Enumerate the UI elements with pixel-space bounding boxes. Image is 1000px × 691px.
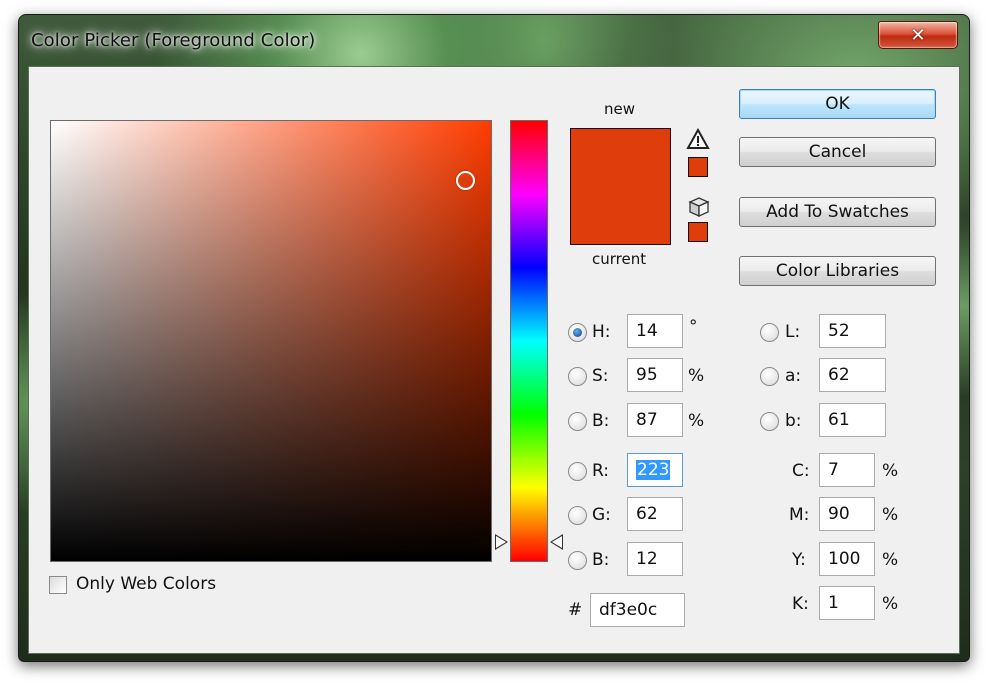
yellow-field[interactable]: 100 bbox=[819, 542, 875, 576]
color-picker-circle-icon[interactable] bbox=[456, 171, 475, 190]
green-field[interactable]: 62 bbox=[627, 497, 683, 531]
color-field[interactable] bbox=[50, 120, 492, 562]
dialog-client-area: Only Web Colors new current OK Cancel Ad… bbox=[28, 66, 960, 654]
red-field-selected-text: 223 bbox=[636, 460, 671, 480]
red-radio[interactable] bbox=[568, 462, 587, 481]
black-unit: % bbox=[882, 594, 899, 614]
hue-field[interactable]: 14 bbox=[627, 314, 683, 348]
saturation-label: S: bbox=[592, 366, 609, 386]
only-web-colors-label: Only Web Colors bbox=[76, 574, 217, 594]
cyan-label: C: bbox=[792, 461, 810, 481]
brightness-label: B: bbox=[592, 411, 610, 431]
color-picker-dialog: Color Picker (Foreground Color) ✕ Only W… bbox=[18, 14, 970, 662]
red-label: R: bbox=[592, 461, 610, 481]
green-radio[interactable] bbox=[568, 506, 587, 525]
magenta-field[interactable]: 90 bbox=[819, 497, 875, 531]
b-channel-radio[interactable] bbox=[760, 412, 779, 431]
blue-label: B: bbox=[592, 550, 610, 570]
blue-field[interactable]: 12 bbox=[627, 542, 683, 576]
saturation-unit: % bbox=[688, 366, 705, 386]
lightness-radio[interactable] bbox=[760, 323, 779, 342]
magenta-unit: % bbox=[882, 505, 899, 525]
black-field[interactable]: 1 bbox=[819, 586, 875, 620]
blue-radio[interactable] bbox=[568, 551, 587, 570]
yellow-unit: % bbox=[882, 550, 899, 570]
red-field[interactable]: 223 bbox=[627, 453, 683, 487]
saturation-field[interactable]: 95 bbox=[627, 358, 683, 392]
window-title: Color Picker (Foreground Color) bbox=[31, 30, 316, 51]
saturation-radio[interactable] bbox=[568, 367, 587, 386]
gamut-warning-swatch[interactable] bbox=[688, 157, 708, 177]
color-preview bbox=[570, 128, 671, 245]
magenta-label: M: bbox=[789, 505, 810, 525]
b-channel-field[interactable]: 61 bbox=[819, 403, 886, 437]
lightness-field[interactable]: 52 bbox=[819, 314, 886, 348]
a-channel-field[interactable]: 62 bbox=[819, 358, 886, 392]
hue-radio[interactable] bbox=[568, 323, 587, 342]
web-safe-swatch[interactable] bbox=[688, 222, 708, 242]
hex-field[interactable]: df3e0c bbox=[590, 593, 685, 627]
cyan-unit: % bbox=[882, 461, 899, 481]
a-channel-radio[interactable] bbox=[760, 367, 779, 386]
close-button[interactable]: ✕ bbox=[878, 21, 958, 49]
add-to-swatches-button[interactable]: Add To Swatches bbox=[739, 197, 936, 227]
lightness-label: L: bbox=[785, 322, 801, 342]
cyan-field[interactable]: 7 bbox=[819, 453, 875, 487]
black-label: K: bbox=[792, 594, 809, 614]
cancel-button[interactable]: Cancel bbox=[739, 137, 936, 167]
close-icon: ✕ bbox=[910, 24, 926, 46]
hue-label: H: bbox=[592, 322, 611, 342]
a-channel-label: a: bbox=[785, 366, 802, 386]
brightness-field[interactable]: 87 bbox=[627, 403, 683, 437]
color-libraries-button[interactable]: Color Libraries bbox=[739, 256, 936, 286]
hue-slider-right-arrow-icon[interactable] bbox=[550, 534, 563, 550]
yellow-label: Y: bbox=[792, 550, 806, 570]
brightness-unit: % bbox=[688, 411, 705, 431]
current-color-label: current bbox=[592, 250, 647, 268]
green-label: G: bbox=[592, 505, 611, 525]
new-color-label: new bbox=[604, 100, 636, 118]
hue-slider-left-arrow-icon[interactable] bbox=[495, 534, 508, 550]
brightness-radio[interactable] bbox=[568, 412, 587, 431]
hue-unit: ° bbox=[689, 317, 698, 337]
hex-label: # bbox=[568, 600, 583, 620]
b-channel-label: b: bbox=[785, 411, 802, 431]
warning-triangle-icon[interactable] bbox=[686, 128, 710, 150]
cube-icon[interactable] bbox=[688, 196, 710, 218]
hue-slider[interactable] bbox=[510, 120, 548, 562]
only-web-colors-checkbox[interactable] bbox=[49, 576, 67, 594]
ok-button[interactable]: OK bbox=[739, 89, 936, 119]
